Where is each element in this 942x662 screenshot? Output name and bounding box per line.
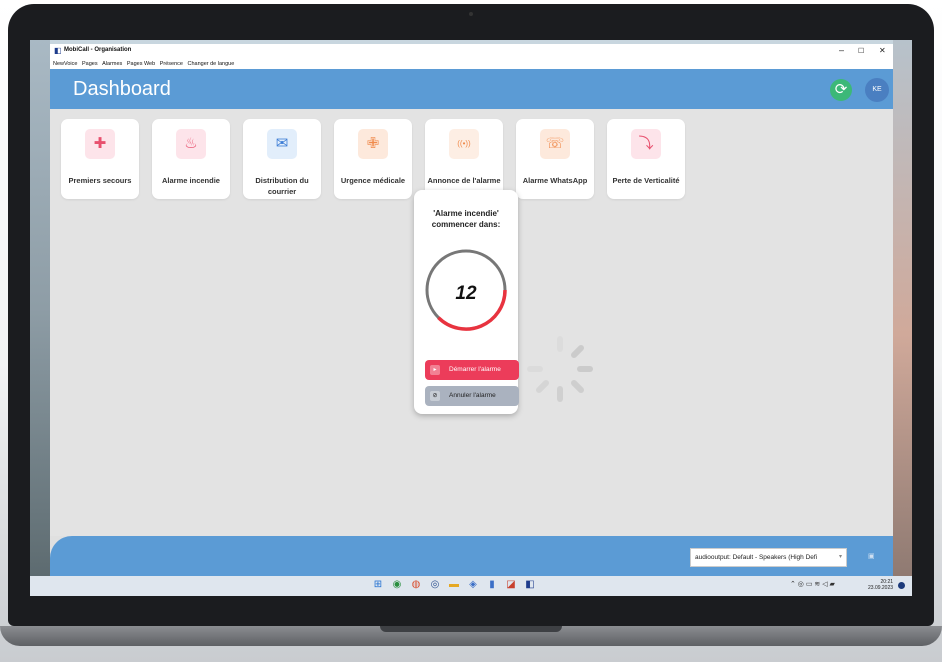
loading-spinner [527, 336, 593, 402]
chrome-icon[interactable]: ◉ [391, 579, 403, 591]
system-tray: ⌃ ◎ ▭ ≋ ◁ ▰ [790, 581, 835, 588]
first-aid-icon: ✚ [85, 129, 115, 159]
broadcast-icon: ((•)) [449, 129, 479, 159]
minimize-button[interactable]: – [839, 45, 844, 55]
app-logo-icon: ◧ [54, 46, 62, 55]
tile-urgence-medicale[interactable]: ✙ Urgence médicale [334, 119, 412, 199]
menu-item-pages-web[interactable]: Pages Web [127, 61, 155, 67]
file-explorer-icon[interactable]: ▬ [448, 579, 460, 591]
start-alarm-button[interactable]: ▸ Démarrer l'alarme [425, 360, 519, 380]
tile-label: Alarme incendie [162, 176, 220, 185]
tile-label: Premiers secours [68, 176, 132, 185]
audio-output-value: audiooutput: Default - Speakers (High De… [695, 554, 818, 561]
bezel-bottom [30, 596, 912, 618]
close-button[interactable]: ✕ [879, 46, 886, 55]
title-bar: ◧ MobiCall - Organisation – ☐ ✕ [50, 44, 893, 58]
dialog-title: 'Alarme incendie' commencer dans: [414, 208, 518, 230]
medical-icon: ✙ [358, 129, 388, 159]
menu-item-alarmes[interactable]: Alarmes [102, 61, 122, 67]
cancel-alarm-button[interactable]: ⊘ Annuler l'alarme [425, 386, 519, 406]
desktop-wallpaper-right [893, 40, 912, 576]
start-alarm-label: Démarrer l'alarme [449, 366, 501, 373]
tile-alarme-whatsapp[interactable]: ☏ Alarme WhatsApp [516, 119, 594, 199]
save-icon[interactable]: ▣ [868, 552, 875, 560]
windows-start-icon[interactable]: ⊞ [372, 579, 384, 591]
countdown-value: 12 [455, 283, 477, 304]
chat-icon: ☏ [540, 129, 570, 159]
window-title: MobiCall - Organisation [64, 47, 132, 53]
maximize-button[interactable]: ☐ [858, 47, 864, 55]
audio-output-select[interactable]: audiooutput: Default - Speakers (High De… [690, 548, 847, 567]
dashboard-header: Dashboard ⟳ KE [50, 69, 893, 109]
app-icon-2[interactable]: ◎ [429, 579, 441, 591]
laptop-notch [380, 626, 562, 632]
avatar[interactable]: KE [865, 78, 889, 102]
app-icon-3[interactable]: ◈ [467, 579, 479, 591]
chevron-down-icon: ▾ [838, 554, 842, 560]
menu-item-pages[interactable]: Pages [82, 61, 98, 67]
cancel-icon: ⊘ [430, 391, 440, 401]
fire-icon: ♨ [176, 129, 206, 159]
app-icon-1[interactable]: ◍ [410, 579, 422, 591]
tile-annonce-alarme[interactable]: ((•)) Annonce de l'alarme [425, 119, 503, 199]
tile-alarme-incendie[interactable]: ♨ Alarme incendie [152, 119, 230, 199]
menu-item-presence[interactable]: Présence [160, 61, 183, 67]
tile-label: Annonce de l'alarme [427, 176, 501, 185]
desktop-wallpaper-left [30, 40, 50, 576]
screen: ◧ MobiCall - Organisation – ☐ ✕ NewVoice… [30, 40, 912, 596]
tile-perte-verticalite[interactable]: ⤵ Perte de Verticalité [607, 119, 685, 199]
alarm-countdown-dialog: 'Alarme incendie' commencer dans: 12 ▸ D… [414, 190, 519, 414]
webcam [469, 12, 473, 16]
notification-icon[interactable] [898, 582, 905, 589]
windows-taskbar: ⊞ ◉ ◍ ◎ ▬ ◈ ▮ ◪ ◧ ⌃ ◎ ▭ ≋ ◁ ▰ 20:21 23.0… [30, 576, 912, 596]
mail-icon: ✉ [267, 129, 297, 159]
menu-item-language[interactable]: Changer de langue [188, 61, 235, 67]
page-title: Dashboard [73, 78, 171, 100]
menu-item-newvoice[interactable]: NewVoice [53, 61, 77, 67]
tile-label: Urgence médicale [340, 176, 406, 185]
fall-icon: ⤵ [631, 129, 661, 159]
mobicall-taskbar-icon[interactable]: ◧ [524, 579, 536, 591]
clock-date: 23.09.2023 [868, 585, 894, 591]
footer-bar: audiooutput: Default - Speakers (High De… [50, 536, 893, 576]
app-window: ◧ MobiCall - Organisation – ☐ ✕ NewVoice… [50, 44, 893, 576]
taskbar-clock[interactable]: 20:21 23.09.2023 [868, 579, 893, 591]
menu-bar: NewVoice Pages Alarmes Pages Web Présenc… [50, 58, 893, 69]
app-icon-5[interactable]: ◪ [505, 579, 517, 591]
tile-premiers-secours[interactable]: ✚ Premiers secours [61, 119, 139, 199]
tile-label: Distribution du courrier [255, 176, 309, 196]
app-icon-4[interactable]: ▮ [486, 579, 498, 591]
refresh-icon[interactable]: ⟳ [830, 79, 852, 101]
tile-label: Alarme WhatsApp [522, 176, 588, 185]
tile-distribution-courrier[interactable]: ✉ Distribution du courrier [243, 119, 321, 199]
dialog-title-line1: 'Alarme incendie' [433, 209, 499, 218]
start-icon: ▸ [430, 365, 440, 375]
cancel-alarm-label: Annuler l'alarme [449, 392, 496, 399]
dialog-title-line2: commencer dans: [431, 220, 501, 229]
tile-label: Perte de Verticalité [612, 176, 680, 185]
